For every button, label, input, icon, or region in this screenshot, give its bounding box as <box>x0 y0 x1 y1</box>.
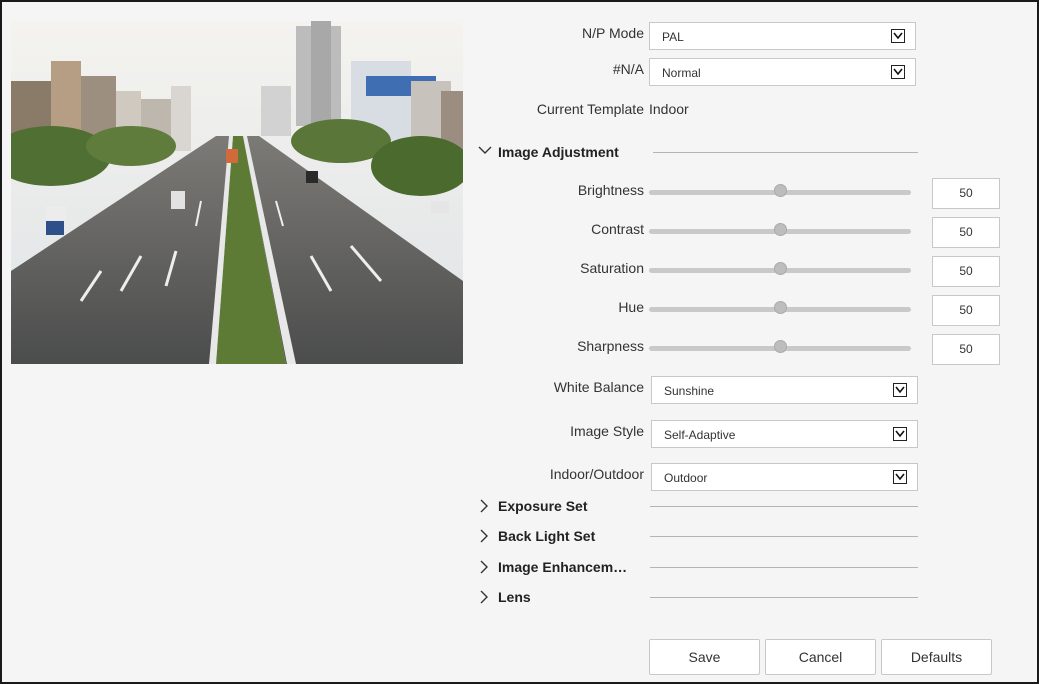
indoor-outdoor-row: Indoor/Outdoor Outdoor <box>472 463 1032 493</box>
sharpness-label: Sharpness <box>577 338 644 354</box>
section-divider <box>650 597 918 598</box>
chevron-right-icon <box>480 590 488 604</box>
contrast-value-input[interactable]: 50 <box>932 217 1000 248</box>
np-mode-label: N/P Mode <box>582 25 644 41</box>
contrast-label: Contrast <box>591 221 644 237</box>
chevron-down-icon <box>893 470 907 484</box>
sharpness-value-input[interactable]: 50 <box>932 334 1000 365</box>
save-button[interactable]: Save <box>649 639 760 675</box>
saturation-label: Saturation <box>580 260 644 276</box>
chevron-down-icon <box>893 383 907 397</box>
hue-label: Hue <box>618 299 644 315</box>
current-template-row: Current Template Indoor <box>472 98 1032 128</box>
indoor-outdoor-value: Outdoor <box>664 471 708 485</box>
saturation-value-input[interactable]: 50 <box>932 256 1000 287</box>
hue-value-input[interactable]: 50 <box>932 295 1000 326</box>
white-balance-value: Sunshine <box>664 384 715 398</box>
slider-handle[interactable] <box>773 301 787 314</box>
image-settings-page: N/P Mode PAL #N/A Normal Current Templat… <box>0 0 1039 684</box>
section-lens[interactable]: Lens <box>478 587 918 607</box>
section-title: Lens <box>498 589 531 605</box>
white-balance-label: White Balance <box>553 379 644 395</box>
sharpness-row: Sharpness 50 <box>472 334 1032 365</box>
chevron-down-icon <box>478 146 492 154</box>
white-balance-select[interactable]: Sunshine <box>651 376 918 404</box>
slider-handle[interactable] <box>773 340 787 353</box>
slider-handle[interactable] <box>773 184 787 197</box>
section-title: Image Adjustment <box>498 144 619 160</box>
chevron-right-icon <box>480 560 488 574</box>
section-title: Image Enhancem… <box>498 559 628 575</box>
camera-feed-image <box>11 21 463 364</box>
image-style-value: Self-Adaptive <box>664 428 736 442</box>
np-mode-row: N/P Mode PAL <box>472 22 1032 52</box>
white-balance-row: White Balance Sunshine <box>472 376 1032 406</box>
hue-row: Hue 50 <box>472 295 1032 326</box>
section-back-light-set[interactable]: Back Light Set <box>478 526 918 546</box>
na-mode-value: Normal <box>662 66 701 80</box>
slider-handle[interactable] <box>773 223 787 236</box>
indoor-outdoor-label: Indoor/Outdoor <box>549 466 644 482</box>
chevron-right-icon <box>480 529 488 543</box>
np-mode-value: PAL <box>662 30 684 44</box>
na-mode-select[interactable]: Normal <box>649 58 916 86</box>
section-title: Back Light Set <box>498 528 596 544</box>
image-style-row: Image Style Self-Adaptive <box>472 420 1032 450</box>
section-divider <box>650 506 918 507</box>
current-template-value: Indoor <box>649 101 689 117</box>
image-style-select[interactable]: Self-Adaptive <box>651 420 918 448</box>
chevron-right-icon <box>480 499 488 513</box>
section-image-enhancement[interactable]: Image Enhancem… <box>478 557 918 577</box>
image-style-label: Image Style <box>570 423 644 439</box>
section-divider <box>653 152 918 153</box>
cancel-button[interactable]: Cancel <box>765 639 876 675</box>
section-image-adjustment[interactable]: Image Adjustment <box>478 142 918 162</box>
section-exposure-set[interactable]: Exposure Set <box>478 496 918 516</box>
contrast-row: Contrast 50 <box>472 217 1032 248</box>
saturation-row: Saturation 50 <box>472 256 1032 287</box>
section-divider <box>650 536 918 537</box>
chevron-down-icon <box>893 427 907 441</box>
defaults-button[interactable]: Defaults <box>881 639 992 675</box>
brightness-value-input[interactable]: 50 <box>932 178 1000 209</box>
video-preview[interactable] <box>11 21 463 364</box>
slider-handle[interactable] <box>773 262 787 275</box>
section-title: Exposure Set <box>498 498 588 514</box>
chevron-down-icon <box>891 65 905 79</box>
brightness-label: Brightness <box>577 182 644 198</box>
na-mode-row: #N/A Normal <box>472 58 1032 88</box>
current-template-label: Current Template <box>536 101 644 117</box>
chevron-down-icon <box>891 29 905 43</box>
brightness-row: Brightness 50 <box>472 178 1032 209</box>
np-mode-select[interactable]: PAL <box>649 22 916 50</box>
indoor-outdoor-select[interactable]: Outdoor <box>651 463 918 491</box>
na-mode-label: #N/A <box>612 61 644 77</box>
section-divider <box>650 567 918 568</box>
